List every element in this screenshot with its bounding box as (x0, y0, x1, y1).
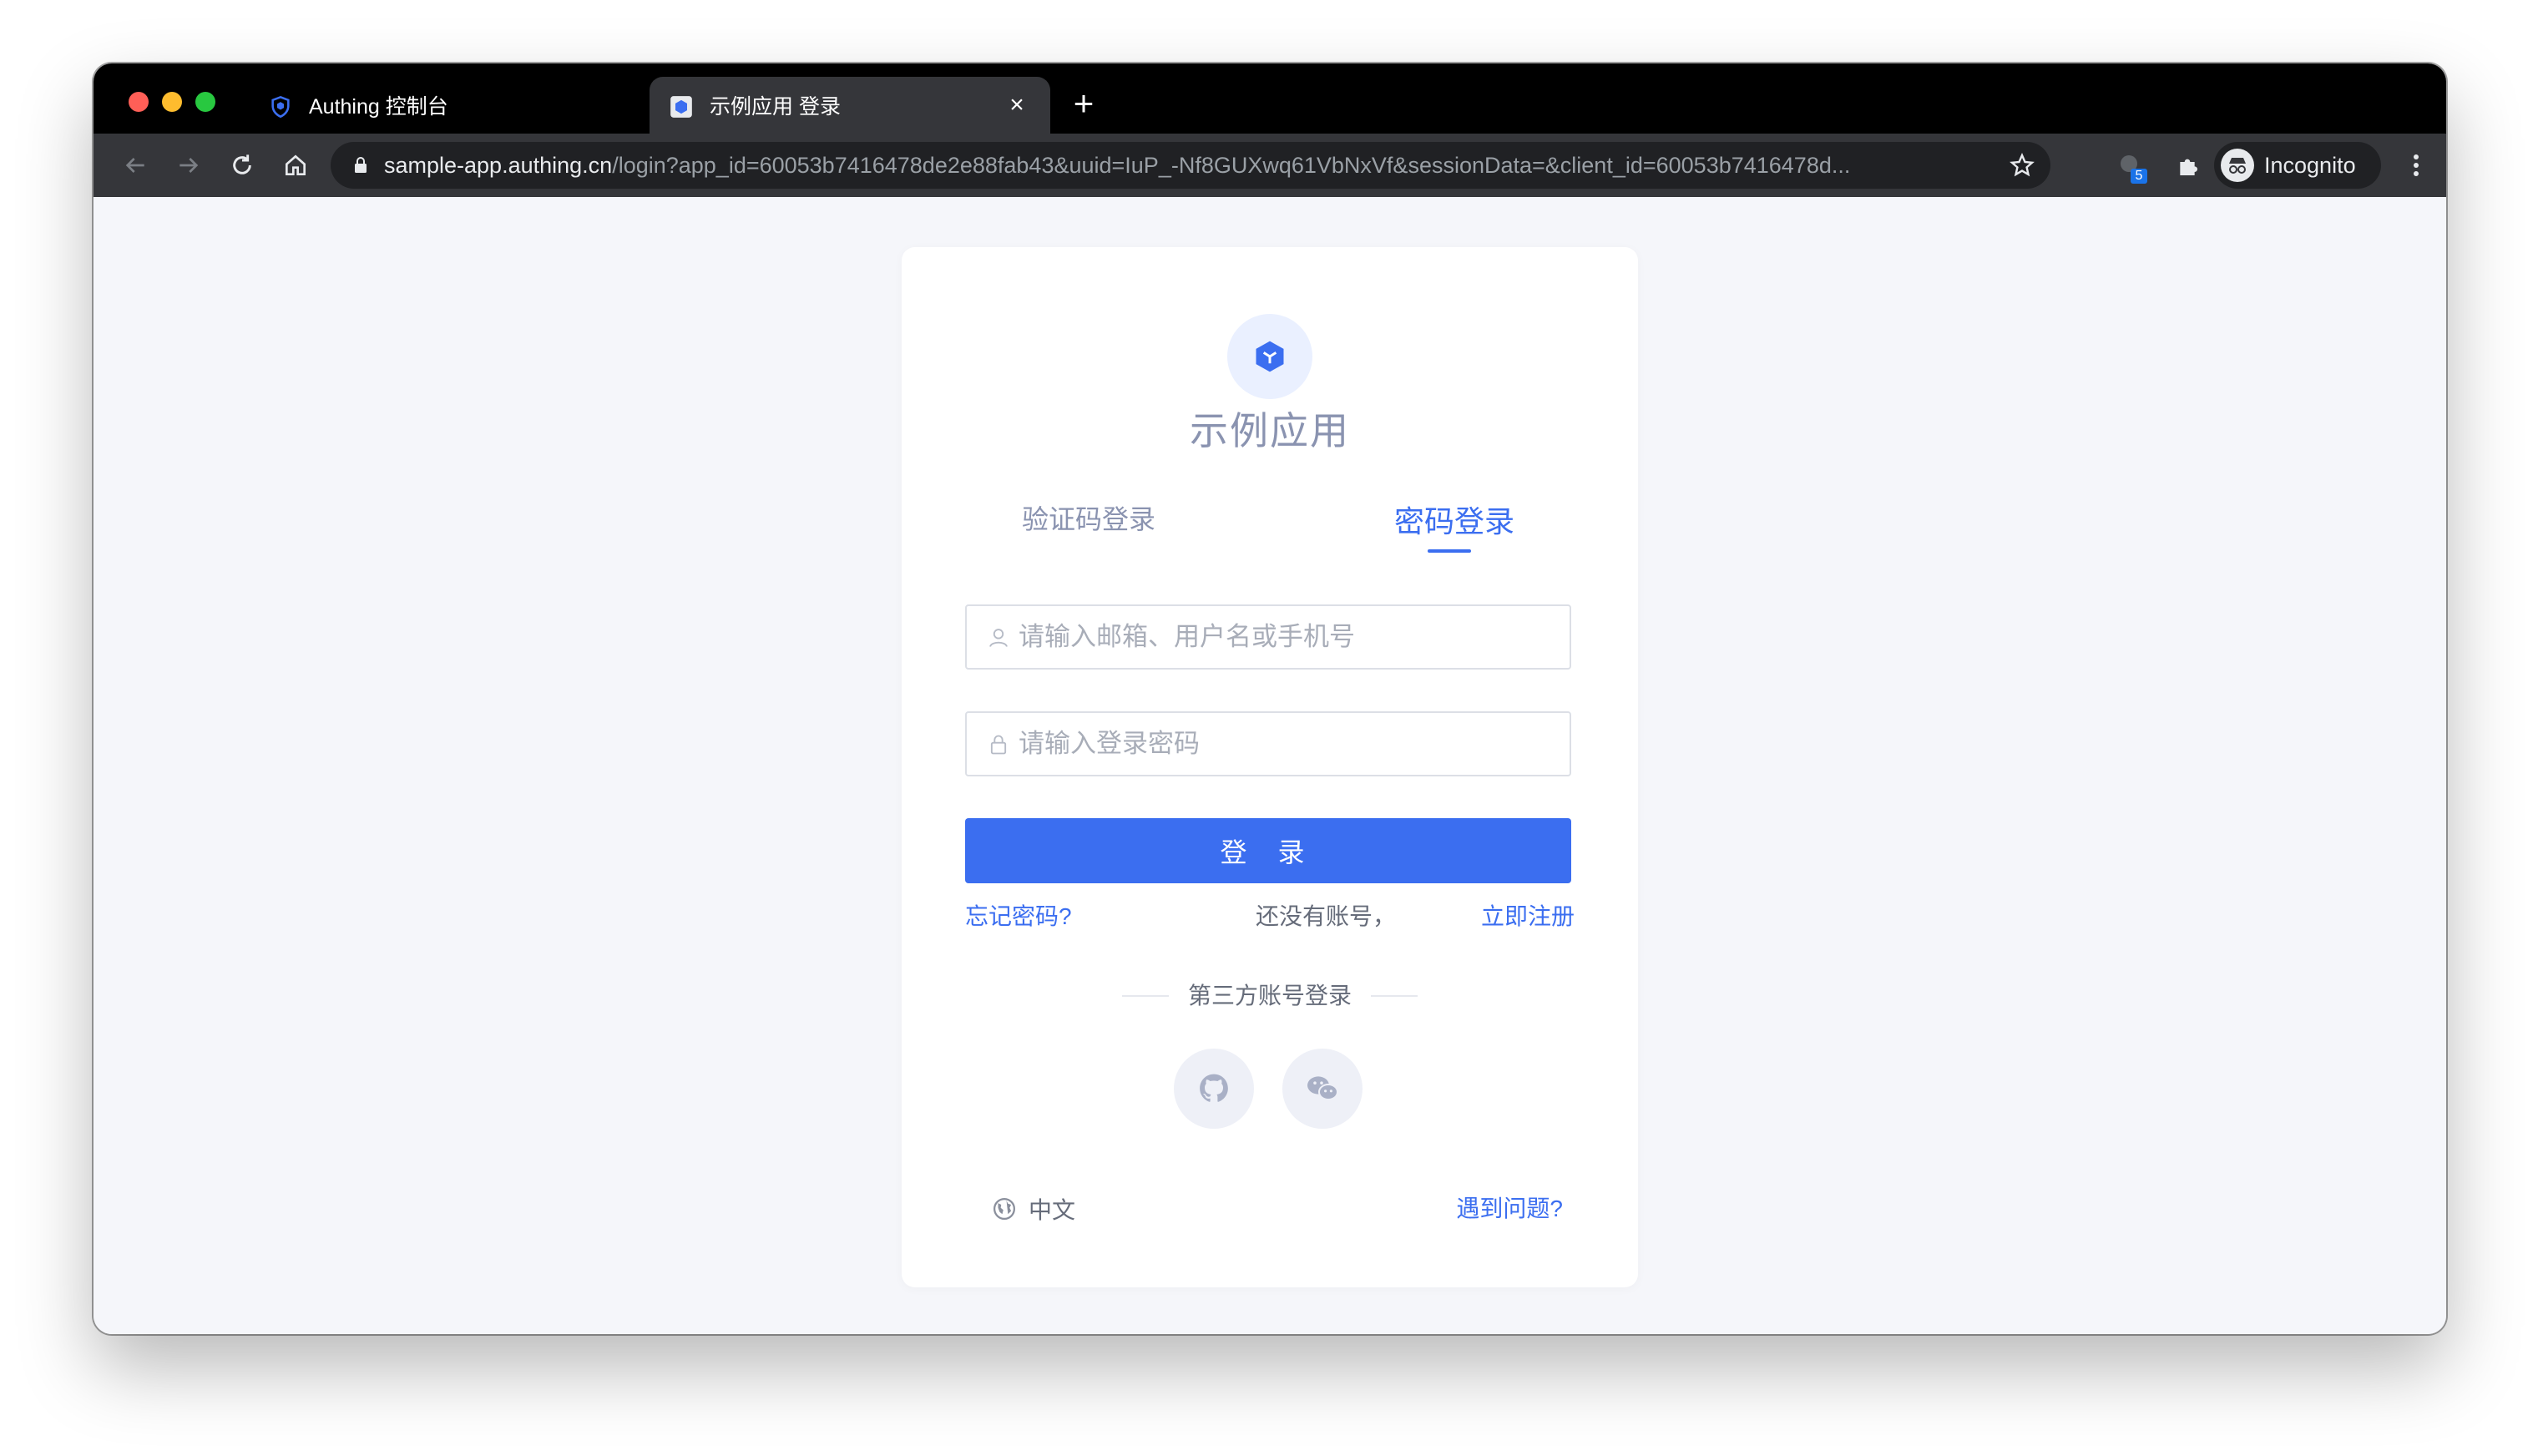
divider-left (1122, 995, 1169, 997)
tab-verification-code-login[interactable]: 验证码登录 (1022, 503, 1155, 536)
new-tab-button[interactable]: + (1067, 86, 1100, 122)
forward-icon (179, 158, 199, 173)
password-input[interactable] (1019, 713, 1553, 775)
language-label: 中文 (1029, 1197, 1076, 1223)
home-icon (286, 154, 306, 175)
help-link[interactable]: 遇到问题? (1456, 1192, 1563, 1226)
globe-icon (993, 1198, 1015, 1220)
reload-button[interactable] (224, 147, 260, 184)
forgot-password-link[interactable]: 忘记密码? (965, 902, 1072, 932)
close-tab-icon[interactable]: × (1004, 92, 1030, 119)
app-favicon-icon (670, 96, 692, 118)
incognito-profile[interactable]: Incognito (2214, 142, 2381, 189)
github-icon (1200, 1074, 1228, 1102)
forward-button[interactable] (170, 147, 207, 184)
login-card: 示例应用 验证码登录 密码登录 登 录 忘记密码? 还没有账号， 立即注册 第三… (902, 247, 1638, 1287)
lock-icon (355, 157, 367, 173)
active-tab-indicator (1428, 549, 1471, 553)
register-link[interactable]: 立即注册 (1481, 902, 1575, 932)
back-button[interactable] (117, 147, 154, 184)
url-host: sample-app.authing.cn (384, 153, 613, 178)
browser-toolbar: sample-app.authing.cn/login?app_id=60053… (94, 134, 2446, 197)
close-window-button[interactable] (129, 92, 149, 112)
browser-menu-button[interactable] (2398, 147, 2434, 184)
account-field[interactable] (965, 604, 1571, 670)
browser-window: Authing 控制台 × 示例应用 登录 × + sample (94, 63, 2446, 1334)
back-icon (125, 158, 144, 173)
github-login-button[interactable] (1174, 1049, 1254, 1129)
maximize-window-button[interactable] (195, 92, 215, 112)
url-path: /login?app_id=60053b7416478de2e88fab43&u… (612, 153, 1851, 178)
language-switcher[interactable]: 中文 (992, 1192, 1075, 1226)
wechat-icon (1307, 1076, 1338, 1100)
tab-title: Authing 控制台 (309, 95, 448, 119)
extension-button[interactable]: 5 (2114, 149, 2151, 185)
app-logo (1227, 314, 1312, 399)
tab-strip: Authing 控制台 × 示例应用 登录 × + (94, 63, 2446, 134)
login-button[interactable]: 登 录 (965, 818, 1571, 883)
extensions-button[interactable] (2171, 147, 2207, 184)
account-input[interactable] (1019, 606, 1553, 668)
padlock-icon (990, 735, 1007, 755)
incognito-label: Incognito (2264, 153, 2356, 178)
wechat-login-button[interactable] (1282, 1049, 1363, 1129)
divider-right (1371, 995, 1418, 997)
user-icon (989, 629, 1008, 647)
address-bar[interactable]: sample-app.authing.cn/login?app_id=60053… (331, 142, 2050, 189)
star-icon[interactable] (2009, 152, 2035, 179)
shield-icon (271, 95, 290, 119)
page-content: 示例应用 验证码登录 密码登录 登 录 忘记密码? 还没有账号， 立即注册 第三… (94, 197, 2446, 1334)
url-text: sample-app.authing.cn/login?app_id=60053… (384, 142, 1995, 189)
password-field[interactable] (965, 711, 1571, 776)
minimize-window-button[interactable] (162, 92, 182, 112)
incognito-icon (2221, 149, 2254, 182)
tab-password-login[interactable]: 密码登录 (1394, 504, 1514, 539)
extension-badge-count: 5 (2135, 169, 2143, 183)
tab-sample-app-login[interactable]: 示例应用 登录 × (650, 77, 1050, 134)
tab-title: 示例应用 登录 (710, 95, 841, 119)
third-party-login-label: 第三方账号登录 (1187, 983, 1352, 1009)
menu-icon (2414, 154, 2419, 176)
no-account-text: 还没有账号， (1255, 903, 1396, 929)
app-cube-icon (1256, 341, 1284, 372)
app-name: 示例应用 (1190, 409, 1350, 452)
reload-icon (233, 154, 251, 174)
home-button[interactable] (277, 147, 314, 184)
extensions-icon (2180, 159, 2197, 175)
